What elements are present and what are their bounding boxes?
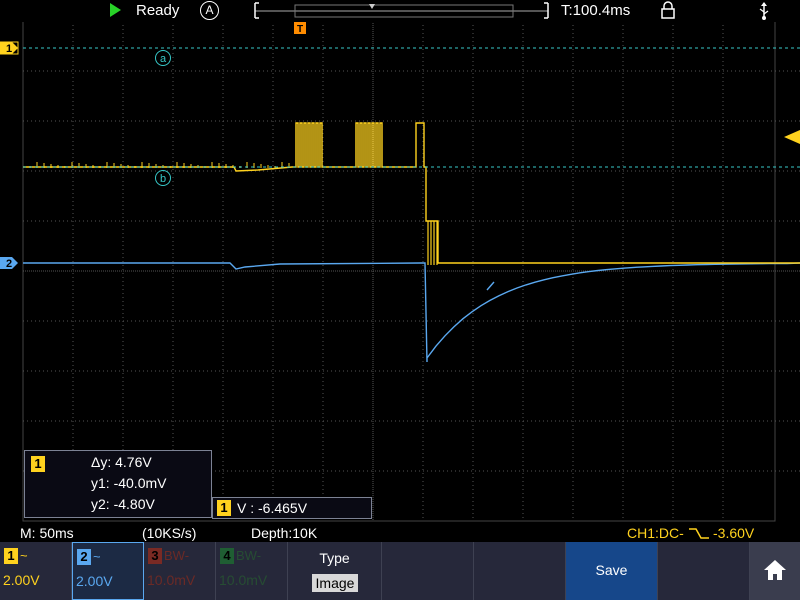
ch3-badge: 3 (148, 548, 162, 564)
auto-mode-icon[interactable]: A (200, 1, 219, 20)
play-icon[interactable] (110, 3, 121, 17)
ch2-menu-button[interactable]: 2 ~ 2.00V (72, 542, 144, 600)
cursor-channel-badge: 1 (31, 456, 45, 472)
menu-slot-empty-2[interactable] (474, 542, 566, 600)
cursor-delta-y: Δy: 4.76V (91, 454, 152, 470)
ch3-scale: 10.0mV (147, 572, 196, 588)
ch1-badge: 1 (4, 548, 18, 564)
ch4-coupling: BW- (236, 548, 262, 563)
run-status: Ready (136, 2, 180, 19)
graticule (22, 22, 800, 522)
ch2-coupling: ~ (93, 549, 101, 564)
ch1-coupling: ~ (20, 548, 28, 563)
ch2-badge: 2 (77, 549, 91, 565)
ch4-menu-button[interactable]: 4 BW- 10.0mV (216, 542, 288, 600)
ch3-menu-button[interactable]: 3 BW- 10.0mV (144, 542, 216, 600)
measurement-panel[interactable]: 1 V : -6.465V (212, 497, 372, 519)
ch4-scale: 10.0mV (219, 572, 268, 588)
ch2-scale: 2.00V (76, 573, 113, 589)
top-status-bar: Ready A T:100.4ms (0, 0, 800, 22)
cursor-y1: y1: -40.0mV (91, 475, 167, 491)
trigger-level: -3.60V (713, 525, 755, 541)
sample-rate: (10KS/s) (142, 525, 197, 541)
ch1-menu-button[interactable]: 1 ~ 2.00V (0, 542, 72, 600)
ch1-offset-marker-label: 1 (6, 43, 12, 55)
trigger-source: CH1:DC- (627, 525, 684, 541)
ch3-coupling: BW- (164, 548, 190, 563)
type-value: Image (312, 574, 358, 592)
cursor-measurement-panel[interactable]: 1 Δy: 4.76V y1: -40.0mV y2: -4.80V (24, 450, 212, 518)
ch2-offset-marker-label: 2 (6, 258, 12, 270)
waveform-display[interactable]: a b 1 2 T (0, 22, 800, 524)
lock-icon[interactable] (660, 1, 676, 19)
menu-slot-empty-1[interactable] (382, 542, 474, 600)
ch2-waveform (23, 262, 800, 363)
measurement-value: V : -6.465V (237, 500, 308, 516)
type-menu-button[interactable]: Type Image (288, 542, 382, 600)
acquisition-status-line: M: 50ms (10KS/s) Depth:10K CH1:DC- -3.60… (0, 524, 800, 542)
usb-icon (759, 2, 769, 20)
ch1-waveform (23, 122, 800, 264)
cursor-a-label: a (160, 53, 167, 65)
save-button[interactable]: Save (566, 542, 658, 600)
menu-slot-empty-3[interactable] (658, 542, 750, 600)
ch4-badge: 4 (220, 548, 234, 564)
trigger-level-marker (784, 130, 800, 144)
measure-channel-badge: 1 (217, 500, 231, 516)
memory-position-bar[interactable] (253, 1, 550, 20)
trigger-time: T:100.4ms (561, 2, 631, 19)
home-icon (764, 560, 786, 580)
save-label: Save (595, 562, 628, 578)
timebase: M: 50ms (20, 525, 74, 541)
bottom-menu: 1 ~ 2.00V 2 ~ 2.00V 3 BW- 10.0mV 4 BW- 1… (0, 542, 800, 600)
home-button[interactable] (750, 542, 800, 600)
type-label: Type (319, 550, 350, 566)
ch1-scale: 2.00V (3, 572, 40, 588)
ch2-waveform-step (486, 281, 495, 291)
cursor-y2: y2: -4.80V (91, 496, 155, 512)
cursor-b-label: b (160, 173, 166, 185)
memory-depth: Depth:10K (251, 525, 318, 541)
falling-edge-icon (689, 528, 709, 539)
trigger-position-label: T (297, 24, 303, 35)
